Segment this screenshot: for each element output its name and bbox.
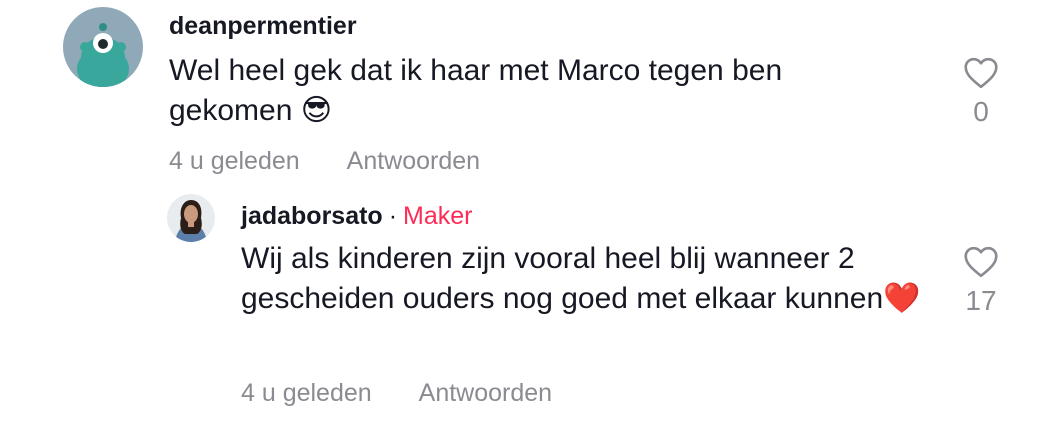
reply-time: 4 u geleden	[241, 379, 372, 407]
profile-photo-avatar-icon	[167, 194, 215, 242]
reply-username[interactable]: jadaborsato	[241, 202, 383, 230]
avatar[interactable]	[63, 7, 143, 87]
heart-outline-icon	[964, 246, 998, 278]
comment-text: Wel heel gek dat ik haar met Marco tegen…	[169, 51, 889, 131]
comment-text-content: Wel heel gek dat ik haar met Marco tegen…	[169, 54, 783, 127]
avatar[interactable]	[167, 194, 215, 242]
reply-username-row: jadaborsato · Maker	[241, 201, 473, 231]
comment-meta: 4 u geleden Antwoorden	[169, 146, 480, 176]
reply-text-content: Wij als kinderen zijn vooral heel blij w…	[241, 242, 921, 315]
heart-outline-icon	[964, 57, 998, 89]
like-count: 17	[965, 285, 997, 316]
comment-username[interactable]: deanpermentier	[169, 11, 357, 41]
reply-meta: 4 u geleden Antwoorden	[241, 378, 552, 408]
teal-monster-avatar-icon	[63, 7, 143, 87]
reply-button[interactable]: Antwoorden	[419, 379, 552, 407]
like-count: 0	[973, 96, 989, 127]
like-button[interactable]: 17	[951, 246, 1011, 318]
reply-text: Wij als kinderen zijn vooral heel blij w…	[241, 239, 931, 319]
comment-time: 4 u geleden	[169, 147, 300, 175]
separator: ·	[388, 202, 398, 230]
reply-button[interactable]: Antwoorden	[347, 147, 480, 175]
like-button[interactable]: 0	[951, 57, 1011, 129]
maker-badge: Maker	[403, 202, 473, 230]
